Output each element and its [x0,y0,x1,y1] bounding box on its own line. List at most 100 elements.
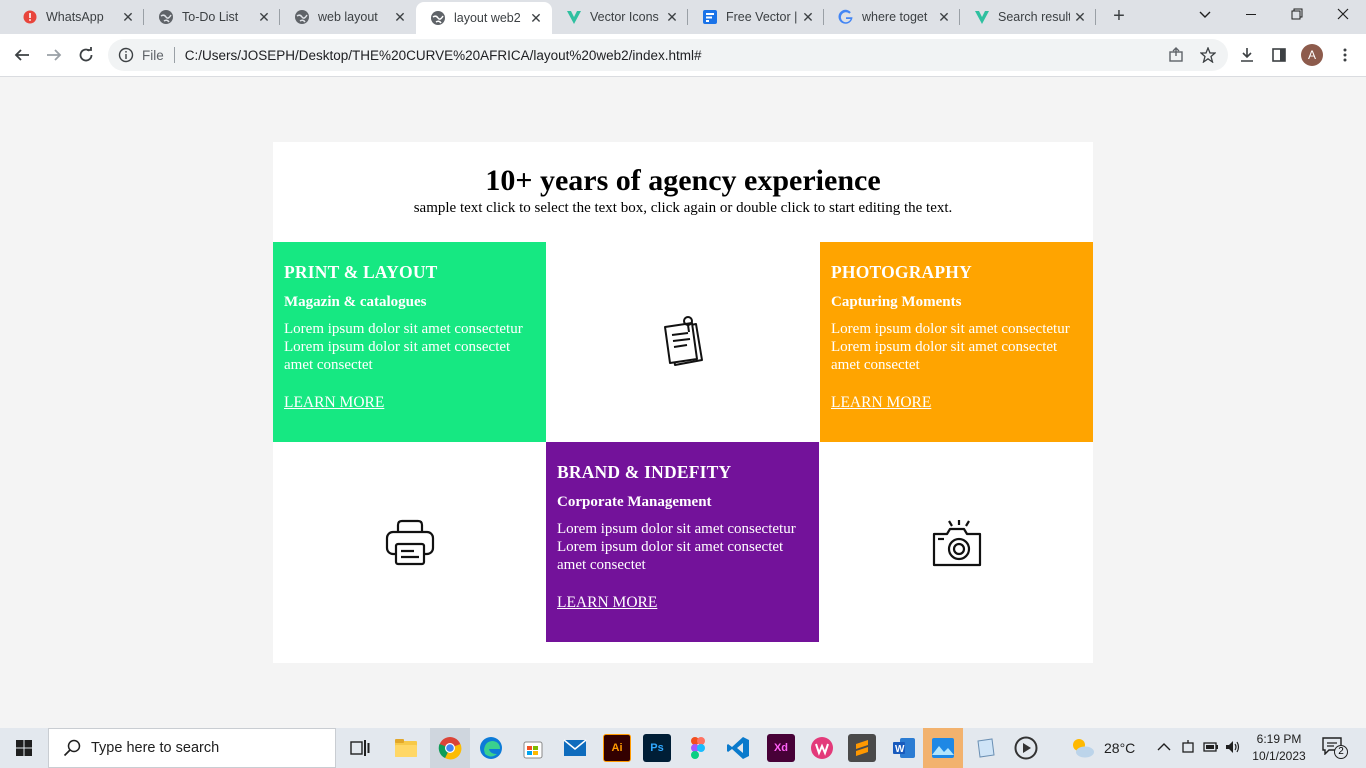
network-icon[interactable] [1181,739,1195,757]
learn-more-link[interactable]: LEARN MORE [284,394,384,412]
browser-toolbar: File C:/Users/JOSEPH/Desktop/THE%20CURVE… [0,34,1366,77]
camera-icon [932,520,981,567]
tab-title: layout web2 [454,11,521,25]
sublime-text-icon[interactable] [848,734,876,762]
tab-vector-icons[interactable]: Vector Icons ✕ [552,0,688,34]
card-body: Lorem ipsum dolor sit amet consectetur L… [284,321,523,373]
windows-start-button[interactable] [0,728,48,768]
card-subtitle: Corporate Management [557,494,712,510]
card-title: BRAND & INDEFITY [557,462,732,482]
forward-button[interactable] [40,41,68,69]
side-panel-icon[interactable] [1266,42,1292,68]
reload-button[interactable] [72,41,100,69]
card-subtitle: Magazin & catalogues [284,294,427,310]
brand-identity-card: BRAND & INDEFITY Corporate Management Lo… [546,442,819,642]
download-icon[interactable] [1234,42,1260,68]
close-tab-icon[interactable]: ✕ [934,9,954,26]
profile-avatar[interactable]: A [1301,44,1323,66]
notes-icon-cell [546,242,819,442]
new-tab-button[interactable]: + [1108,5,1130,27]
url-text[interactable]: C:/Users/JOSEPH/Desktop/THE%20CURVE%20AF… [185,48,1228,63]
tab-free-vector[interactable]: Free Vector | ✕ [688,0,824,34]
adobe-xd-icon[interactable]: Xd [767,734,795,762]
learn-more-link[interactable]: LEARN MORE [831,394,931,412]
task-view-icon[interactable] [346,734,374,762]
taskbar-search-box[interactable]: Type here to search [48,728,336,768]
share-icon[interactable] [1163,42,1189,68]
learn-more-link[interactable]: LEARN MORE [557,594,657,612]
close-tab-icon[interactable]: ✕ [662,9,682,26]
tab-layout-web2[interactable]: layout web2 ✕ [416,2,552,34]
close-tab-icon[interactable]: ✕ [798,9,818,26]
svg-text:W: W [895,744,905,755]
photography-card: PHOTOGRAPHY Capturing Moments Lorem ipsu… [820,242,1093,442]
tab-separator [1095,9,1096,25]
tab-title: To-Do List [182,10,239,24]
illustrator-icon[interactable]: Ai [603,734,631,762]
tab-todo-list[interactable]: To-Do List ✕ [144,0,280,34]
clock-date: 10/1/2023 [1252,749,1306,763]
tab-title: Vector Icons [590,10,659,24]
photoshop-icon[interactable]: Ps [643,734,671,762]
search-placeholder: Type here to search [91,740,220,756]
notification-count: 2 [1334,745,1348,759]
card-title: PRINT & LAYOUT [284,262,438,282]
tab-search-result[interactable]: Search result ✕ [960,0,1096,34]
tab-title: WhatsApp [46,10,104,24]
close-tab-icon[interactable]: ✕ [254,9,274,26]
chrome-icon[interactable] [436,734,464,762]
close-window-button[interactable] [1320,0,1366,32]
tab-title: Search result [998,10,1070,24]
chevron-up-icon[interactable] [1157,741,1171,755]
restore-button[interactable] [1274,0,1320,32]
close-tab-icon[interactable]: ✕ [526,10,546,27]
info-icon[interactable] [118,47,134,63]
google-icon [838,9,854,25]
media-player-icon[interactable] [1012,734,1040,762]
mail-icon[interactable] [561,734,589,762]
tab-title: where toget [862,10,928,24]
bookmark-star-icon[interactable] [1195,42,1221,68]
docs-icon [702,9,718,25]
card-body: Lorem ipsum dolor sit amet consectetur L… [831,321,1070,373]
printer-icon [385,519,434,566]
battery-icon[interactable] [1203,741,1219,756]
browser-tab-strip: WhatsApp ✕ To-Do List ✕ web layout ✕ lay… [0,0,1366,34]
globe-icon [294,9,310,25]
menu-kebab-icon[interactable] [1332,42,1358,68]
tab-web-layout[interactable]: web layout ✕ [280,0,416,34]
notepad-icon[interactable] [971,734,999,762]
tab-whatsapp[interactable]: WhatsApp ✕ [8,0,144,34]
photos-icon[interactable] [929,734,957,762]
tab-search-chevron-icon[interactable] [1182,0,1228,32]
address-bar[interactable]: File C:/Users/JOSEPH/Desktop/THE%20CURVE… [108,39,1228,71]
close-tab-icon[interactable]: ✕ [118,9,138,26]
page-subtitle: sample text click to select the text box… [413,200,953,216]
tab-google-search[interactable]: where toget ✕ [824,0,960,34]
windows-taskbar: Type here to search Ai Ps Xd W 28°C 6:19… [0,728,1366,768]
clock-time: 6:19 PM [1256,732,1302,746]
microsoft-store-icon[interactable] [519,734,547,762]
divider [173,47,175,63]
notifications-button[interactable]: 2 [1322,737,1348,759]
edge-icon[interactable] [477,734,505,762]
vector-logo-icon [974,9,990,25]
wps-office-icon[interactable] [808,734,836,762]
close-tab-icon[interactable]: ✕ [1070,9,1090,26]
close-tab-icon[interactable]: ✕ [390,9,410,26]
vscode-icon[interactable] [724,734,752,762]
back-button[interactable] [8,41,36,69]
file-explorer-icon[interactable] [392,734,420,762]
print-layout-card: PRINT & LAYOUT Magazin & catalogues Lore… [273,242,546,442]
figma-icon[interactable] [684,734,712,762]
weather-temperature: 28°C [1104,740,1136,756]
tab-title: web layout [318,10,378,24]
scheme-label: File [142,47,164,63]
card-body: Lorem ipsum dolor sit amet consectetur L… [557,521,796,573]
vector-logo-icon [566,9,582,25]
word-icon[interactable]: W [890,734,918,762]
minimize-button[interactable] [1228,0,1274,32]
clock[interactable]: 6:19 PM 10/1/2023 [1252,731,1306,765]
volume-icon[interactable] [1225,740,1241,757]
weather-widget[interactable]: 28°C [1070,728,1135,768]
